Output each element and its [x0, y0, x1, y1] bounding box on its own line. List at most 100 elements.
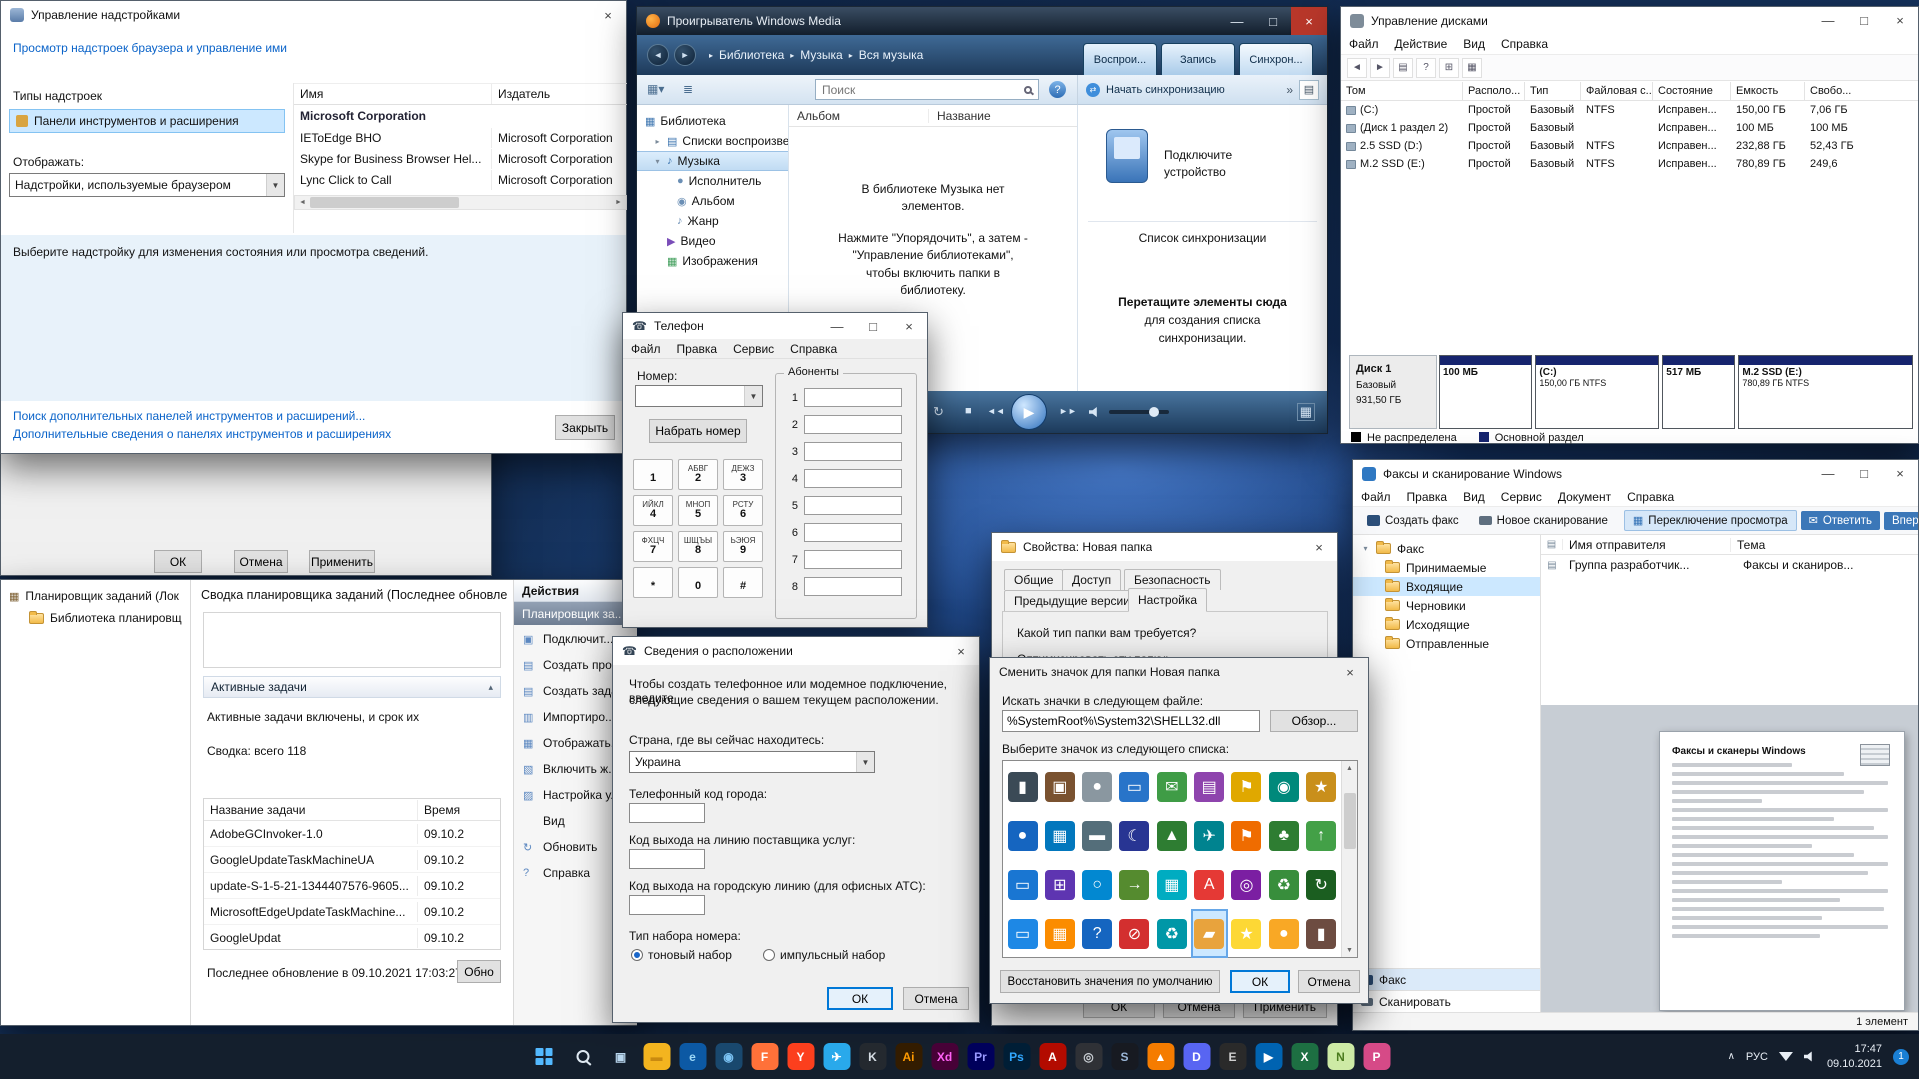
taskbar-app-firefox[interactable]: F — [751, 1043, 778, 1070]
shell-icon[interactable]: ☾ — [1116, 811, 1153, 860]
pulse-dial-radio[interactable]: импульсный набор — [763, 948, 885, 962]
tab-customize[interactable]: Настройка — [1128, 588, 1207, 612]
partition[interactable]: M.2 SSD (E:) 780,89 ГБ NTFS — [1738, 355, 1913, 429]
menu-item[interactable]: Файл — [1341, 35, 1387, 53]
shell-icon[interactable]: ▤ — [1191, 762, 1228, 811]
tree-item-genre[interactable]: ♪Жанр — [637, 211, 788, 231]
speed-dial-number[interactable]: 3 — [788, 446, 798, 458]
stop-icon[interactable]: ■ — [965, 405, 972, 417]
minimize-icon[interactable]: — — [819, 313, 855, 339]
close-icon[interactable]: × — [1301, 533, 1337, 561]
shell-icon[interactable]: ▦ — [1153, 860, 1190, 909]
tab-security[interactable]: Безопасность — [1124, 569, 1221, 590]
ok-button[interactable]: ОК — [154, 550, 202, 573]
start-button[interactable] — [529, 1042, 559, 1072]
addon-type-toolbars-item[interactable]: Панели инструментов и расширения — [9, 109, 285, 133]
expand-icon[interactable]: ▸ — [653, 137, 662, 146]
menu-item[interactable]: Справка — [1619, 488, 1682, 506]
shell-icon[interactable]: ● — [1079, 762, 1116, 811]
column-header-publisher[interactable]: Издатель — [492, 84, 627, 104]
shell-icon[interactable]: ○ — [1079, 860, 1116, 909]
taskbar-app-photos[interactable]: ◉ — [715, 1043, 742, 1070]
menu-item[interactable]: Справка — [1493, 35, 1556, 53]
breadcrumb-all-music[interactable]: Вся музыка — [859, 48, 924, 62]
speed-dial-number[interactable]: 7 — [788, 554, 798, 566]
previous-icon[interactable]: ◄◄ — [987, 406, 1005, 416]
new-fax-button[interactable]: Создать факс — [1359, 512, 1467, 530]
shell-icon[interactable]: ♻ — [1153, 909, 1190, 958]
taskbar-app-file-explorer[interactable]: ▬ — [643, 1043, 670, 1070]
collapse-icon[interactable]: ▾ — [653, 157, 662, 166]
shell-icon[interactable]: ▲ — [1153, 811, 1190, 860]
repeat-icon[interactable]: ↻ — [933, 404, 944, 420]
back-icon[interactable]: ◄ — [1347, 58, 1367, 78]
maximize-icon[interactable]: □ — [1846, 7, 1882, 34]
vertical-scrollbar[interactable]: ▲ ▼ — [1341, 761, 1357, 957]
tab-sharing[interactable]: Доступ — [1062, 569, 1121, 590]
partition[interactable]: (C:) 150,00 ГБ NTFS — [1535, 355, 1659, 429]
close-icon[interactable]: × — [943, 637, 979, 665]
disk-info-cell[interactable]: Диск 1 Базовый 931,50 ГБ — [1349, 355, 1437, 429]
shell-icon[interactable]: ⊘ — [1116, 909, 1153, 958]
speed-dial-input[interactable] — [804, 550, 902, 569]
learn-more-link[interactable]: Дополнительные сведения о панелях инстру… — [13, 427, 391, 441]
notification-badge[interactable]: 1 — [1893, 1049, 1909, 1065]
speed-dial-input[interactable] — [804, 442, 902, 461]
menu-item[interactable]: Правка — [1399, 488, 1456, 506]
speed-dial-number[interactable]: 2 — [788, 419, 798, 431]
scan-mode-button[interactable]: Сканировать — [1353, 990, 1540, 1012]
keypad-key[interactable]: ШЩЪЫ 8 — [678, 531, 718, 562]
forward-icon[interactable]: ► — [674, 44, 696, 66]
tone-dial-radio[interactable]: тоновый набор — [631, 948, 732, 962]
keypad-key[interactable]: ИЙКЛ 4 — [633, 495, 673, 526]
shell-icon[interactable]: ● — [1265, 909, 1302, 958]
next-icon[interactable]: ►► — [1059, 406, 1077, 416]
speed-dial-number[interactable]: 1 — [788, 392, 798, 404]
cancel-button[interactable]: Отмена — [234, 550, 288, 573]
close-icon[interactable]: × — [1882, 7, 1918, 34]
keypad-key[interactable]: ЬЭЮЯ 9 — [723, 531, 763, 562]
scrollbar-thumb[interactable] — [1344, 793, 1356, 849]
taskbar-app-discord[interactable]: D — [1183, 1043, 1210, 1070]
shell-icon[interactable]: ↑ — [1303, 811, 1340, 860]
speed-dial-input[interactable] — [804, 577, 902, 596]
fax-mode-button[interactable]: Факс — [1353, 968, 1540, 990]
keypad-key[interactable]: * — [633, 567, 673, 598]
shell-icon[interactable]: ★ — [1228, 909, 1265, 958]
scrollbar-thumb[interactable] — [310, 197, 459, 208]
search-icon[interactable] — [1024, 86, 1032, 94]
shell-icon[interactable]: ▭ — [1116, 762, 1153, 811]
shell-icon[interactable]: ▦ — [1041, 811, 1078, 860]
active-tasks-section-header[interactable]: Активные задачи ▴ — [203, 676, 501, 698]
list-view-icon[interactable]: ≣ — [683, 82, 693, 96]
speed-dial-input[interactable] — [804, 523, 902, 542]
folder-inbox[interactable]: Входящие — [1353, 577, 1540, 596]
folder-incoming[interactable]: Принимаемые — [1353, 558, 1540, 577]
taskbar-app-photoshop[interactable]: Ps — [1003, 1043, 1030, 1070]
partition[interactable]: 100 МБ — [1439, 355, 1532, 429]
tab-sync[interactable]: Синхрон... — [1239, 43, 1313, 75]
shell-icon[interactable]: ▮ — [1004, 762, 1041, 811]
maximize-icon[interactable]: □ — [855, 313, 891, 339]
keypad-key[interactable]: АБВГ 2 — [678, 459, 718, 490]
column-header[interactable]: Том — [1341, 82, 1463, 100]
shell-icon[interactable]: ✉ — [1153, 762, 1190, 811]
now-playing-switch-icon[interactable]: ▦ — [1297, 403, 1315, 421]
language-indicator[interactable]: РУС — [1746, 1051, 1768, 1063]
cancel-button[interactable]: Отмена — [1298, 970, 1360, 993]
apply-button[interactable]: Применить — [309, 550, 375, 573]
city-code-input[interactable] — [629, 803, 705, 823]
sync-options-icon[interactable]: ▤ — [1299, 80, 1319, 100]
message-row[interactable]: ▤ Группа разработчик... Факсы и сканиров… — [1541, 555, 1918, 575]
taskbar-app-steam[interactable]: S — [1111, 1043, 1138, 1070]
collapse-icon[interactable]: ▾ — [1361, 544, 1370, 553]
shell-icon[interactable]: ▭ — [1004, 860, 1041, 909]
task-row[interactable]: GoogleUpdat 09.10.2 — [204, 925, 500, 950]
taskbar-app-illustrator[interactable]: Ai — [895, 1043, 922, 1070]
column-header[interactable]: Файловая с... — [1581, 82, 1653, 100]
properties-icon[interactable]: ▤ — [1393, 58, 1413, 78]
show-filter-dropdown[interactable]: Надстройки, используемые браузером ▼ — [9, 173, 285, 197]
shell-icon[interactable]: A — [1191, 860, 1228, 909]
icon-file-input[interactable] — [1002, 710, 1260, 732]
scroll-up-icon[interactable]: ▲ — [1346, 761, 1353, 775]
